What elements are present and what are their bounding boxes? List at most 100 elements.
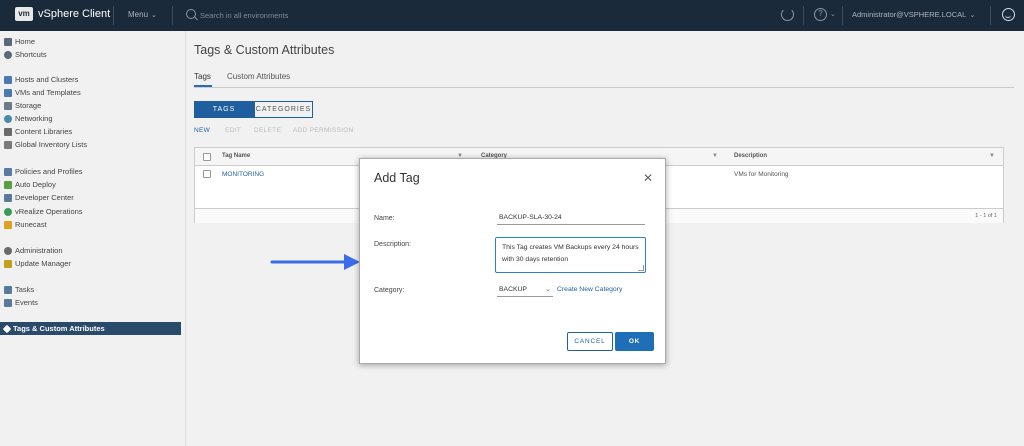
shortcuts-icon: [4, 50, 12, 59]
page-title: Tags & Custom Attributes: [194, 43, 335, 57]
sidebar-item-tags-custom-attributes[interactable]: Tags & Custom Attributes: [0, 322, 181, 335]
header-divider: [172, 6, 173, 25]
sidebar-item-label: Global Inventory Lists: [15, 140, 88, 149]
select-all-checkbox[interactable]: [203, 153, 211, 161]
runecast-icon: [4, 220, 12, 229]
segment-categories[interactable]: CATEGORIES: [254, 101, 313, 118]
refresh-icon[interactable]: [781, 8, 794, 21]
sidebar-item-label: Networking: [15, 114, 53, 123]
header-divider: [842, 6, 843, 25]
category-label: Category:: [374, 287, 405, 294]
sidebar-item-networking[interactable]: Networking: [4, 113, 53, 124]
administration-icon: [4, 246, 12, 255]
search-icon: [186, 9, 196, 19]
delete-button[interactable]: DELETE: [254, 127, 281, 134]
pagination-count: 1 - 1 of 1: [975, 213, 997, 219]
sidebar-item-label: Tags & Custom Attributes: [13, 324, 105, 333]
sidebar-item-vrealize-operations[interactable]: vRealize Operations: [4, 206, 83, 217]
column-header-tag-name[interactable]: Tag Name: [222, 153, 250, 159]
annotation-arrow-icon: [270, 254, 360, 270]
user-name: Administrator@VSPHERE.LOCAL: [852, 10, 967, 19]
category-select[interactable]: BACKUP ⌄: [497, 284, 553, 297]
sidebar-item-label: Hosts and Clusters: [15, 75, 79, 84]
description-label: Description:: [374, 241, 411, 248]
name-field[interactable]: [497, 211, 645, 225]
add-tag-dialog: Add Tag ✕ Name: Description: This Tag cr…: [359, 158, 666, 364]
filter-icon[interactable]: ▼: [989, 153, 995, 159]
search-input[interactable]: [200, 8, 500, 22]
inventory-icon: [4, 140, 12, 149]
user-menu[interactable]: Administrator@VSPHERE.LOCAL ⌄: [852, 10, 975, 19]
edit-button[interactable]: EDIT: [225, 127, 241, 134]
sidebar-item-label: VMs and Templates: [15, 88, 81, 97]
developer-icon: [4, 193, 12, 202]
menu-label: Menu: [128, 10, 149, 19]
sidebar-item-update-manager[interactable]: Update Manager: [4, 258, 71, 269]
sidebar: Home Shortcuts Hosts and Clusters VMs an…: [0, 31, 186, 446]
chevron-down-icon: ⌄: [151, 12, 157, 19]
resize-handle[interactable]: [638, 265, 644, 271]
sidebar-item-label: Update Manager: [15, 259, 71, 268]
sidebar-item-content-libraries[interactable]: Content Libraries: [4, 126, 72, 137]
sidebar-item-label: vRealize Operations: [15, 207, 83, 216]
storage-icon: [4, 101, 12, 110]
sidebar-item-label: Policies and Profiles: [15, 167, 83, 176]
sidebar-item-label: Runecast: [15, 220, 47, 229]
column-header-description[interactable]: Description: [734, 153, 767, 159]
sidebar-item-runecast[interactable]: Runecast: [4, 219, 47, 230]
app-title[interactable]: vSphere Client: [38, 8, 110, 20]
new-button[interactable]: NEW: [194, 127, 210, 134]
sidebar-item-home[interactable]: Home: [4, 36, 35, 47]
chevron-down-icon[interactable]: ⌄: [830, 10, 836, 18]
sidebar-item-administration[interactable]: Administration: [4, 245, 63, 256]
feedback-smiley-icon[interactable]: [1002, 8, 1015, 21]
header-divider: [113, 6, 114, 25]
update-manager-icon: [4, 259, 12, 268]
sidebar-item-events[interactable]: Events: [4, 297, 38, 308]
close-icon[interactable]: ✕: [643, 171, 653, 185]
sidebar-item-label: Storage: [15, 101, 42, 110]
help-icon[interactable]: ?: [814, 8, 827, 21]
sidebar-item-vms-and-templates[interactable]: VMs and Templates: [4, 87, 81, 98]
tab-tags[interactable]: Tags: [194, 72, 211, 81]
sidebar-item-shortcuts[interactable]: Shortcuts: [4, 49, 47, 60]
add-permission-button[interactable]: ADD PERMISSION: [293, 127, 354, 134]
events-icon: [4, 298, 12, 307]
vmware-logo: vm: [15, 7, 33, 21]
chevron-down-icon: ⌄: [545, 286, 551, 293]
vms-icon: [4, 88, 12, 97]
sidebar-item-auto-deploy[interactable]: Auto Deploy: [4, 179, 56, 190]
policies-icon: [4, 167, 12, 176]
tag-icon: [2, 324, 12, 333]
sidebar-item-label: Home: [15, 37, 36, 46]
row-checkbox[interactable]: [203, 170, 211, 178]
sidebar-item-label: Developer Center: [15, 193, 74, 202]
networking-icon: [4, 114, 12, 123]
ok-button[interactable]: OK: [615, 332, 654, 351]
sidebar-item-label: Auto Deploy: [15, 180, 56, 189]
top-header: vm vSphere Client Menu⌄ ? ⌄ Administrato…: [0, 0, 1024, 31]
sidebar-item-global-inventory-lists[interactable]: Global Inventory Lists: [4, 139, 87, 150]
auto-deploy-icon: [4, 180, 12, 189]
sidebar-item-policies-and-profiles[interactable]: Policies and Profiles: [4, 166, 83, 177]
description-cell: VMs for Monitoring: [734, 171, 789, 178]
cancel-button[interactable]: CANCEL: [567, 332, 613, 351]
header-divider: [803, 6, 804, 25]
vrealize-icon: [4, 207, 12, 216]
sidebar-item-developer-center[interactable]: Developer Center: [4, 192, 74, 203]
sidebar-item-label: Tasks: [15, 285, 35, 294]
tasks-icon: [4, 285, 12, 294]
segment-tags[interactable]: TAGS: [194, 101, 254, 118]
sidebar-item-hosts-and-clusters[interactable]: Hosts and Clusters: [4, 74, 78, 85]
filter-icon[interactable]: ▼: [712, 153, 718, 159]
dialog-title: Add Tag: [374, 171, 420, 185]
create-new-category-link[interactable]: Create New Category: [557, 286, 622, 293]
sidebar-item-tasks[interactable]: Tasks: [4, 284, 34, 295]
description-field[interactable]: This Tag creates VM Backups every 24 hou…: [495, 237, 646, 273]
home-icon: [4, 37, 12, 46]
sidebar-item-storage[interactable]: Storage: [4, 100, 41, 111]
tab-custom-attributes[interactable]: Custom Attributes: [227, 72, 290, 81]
menu-dropdown[interactable]: Menu ⌄: [128, 10, 157, 19]
sidebar-item-label: Content Libraries: [15, 127, 73, 136]
tag-name-cell[interactable]: MONITORING: [222, 171, 264, 178]
